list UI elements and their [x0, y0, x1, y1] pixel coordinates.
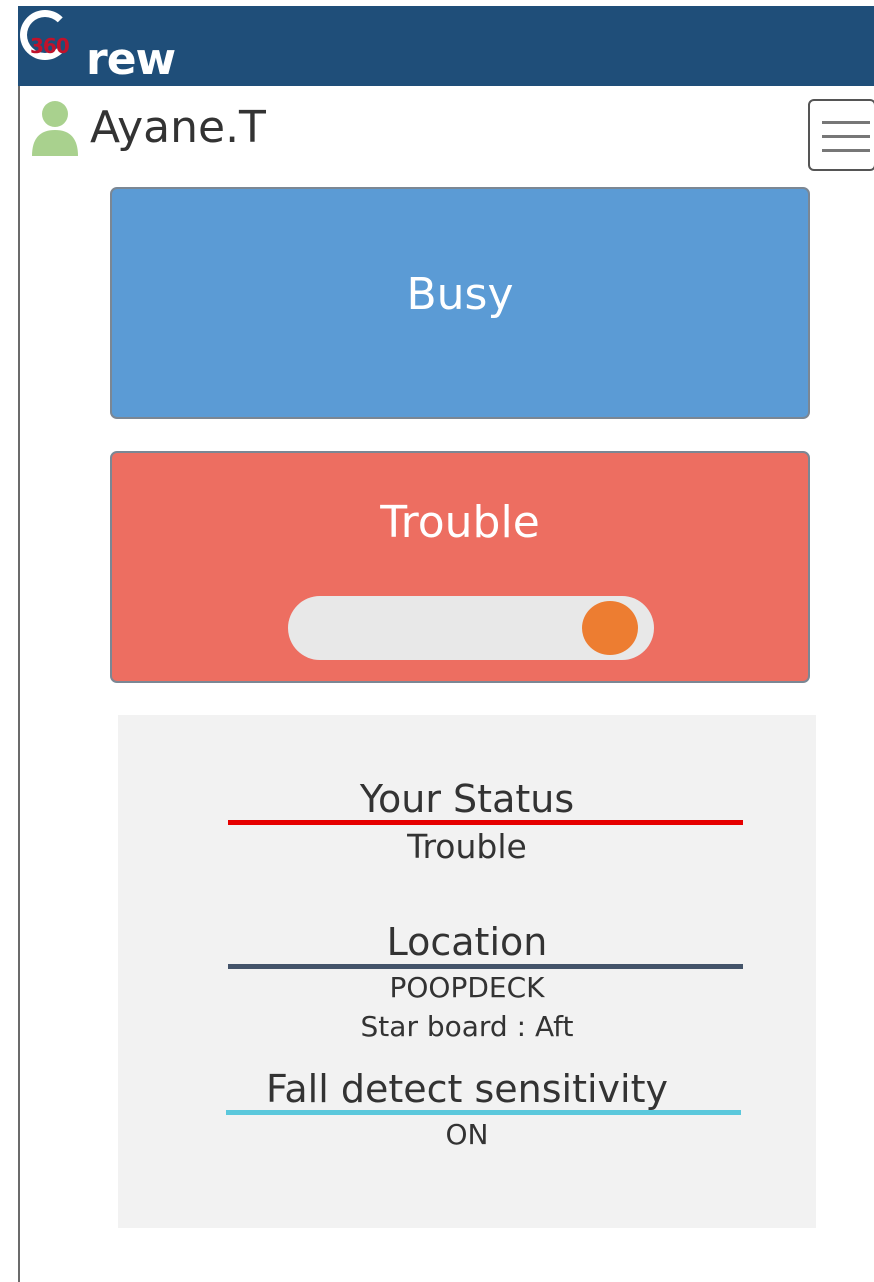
fall-detect-value: ON [445, 1118, 489, 1151]
location-detail: Star board : Aft [360, 1010, 574, 1043]
your-status-underline [228, 820, 743, 825]
logo-number: 360 [30, 34, 70, 58]
hamburger-menu-button[interactable] [808, 99, 874, 171]
menu-bar [822, 121, 870, 124]
logo-text: rew [86, 34, 176, 85]
location-value: POOPDECK [389, 971, 545, 1004]
toggle-knob[interactable] [582, 601, 638, 655]
fall-detect-underline [226, 1110, 741, 1115]
trouble-toggle[interactable] [288, 596, 654, 660]
your-status-value: Trouble [407, 827, 527, 866]
trouble-label: Trouble [380, 497, 540, 548]
user-icon [32, 101, 78, 156]
busy-button[interactable]: Busy [110, 187, 810, 419]
location-title: Location [386, 920, 548, 964]
fall-detect-title: Fall detect sensitivity [265, 1067, 668, 1111]
location-underline [228, 964, 743, 969]
user-name: Ayane.T [90, 102, 266, 153]
trouble-button[interactable]: Trouble [110, 451, 810, 683]
your-status-title: Your Status [359, 777, 575, 821]
menu-bar [822, 149, 870, 152]
status-panel: Your Status Trouble Location POOPDECK St… [118, 715, 816, 1228]
busy-label: Busy [406, 269, 514, 320]
menu-bar [822, 135, 870, 138]
